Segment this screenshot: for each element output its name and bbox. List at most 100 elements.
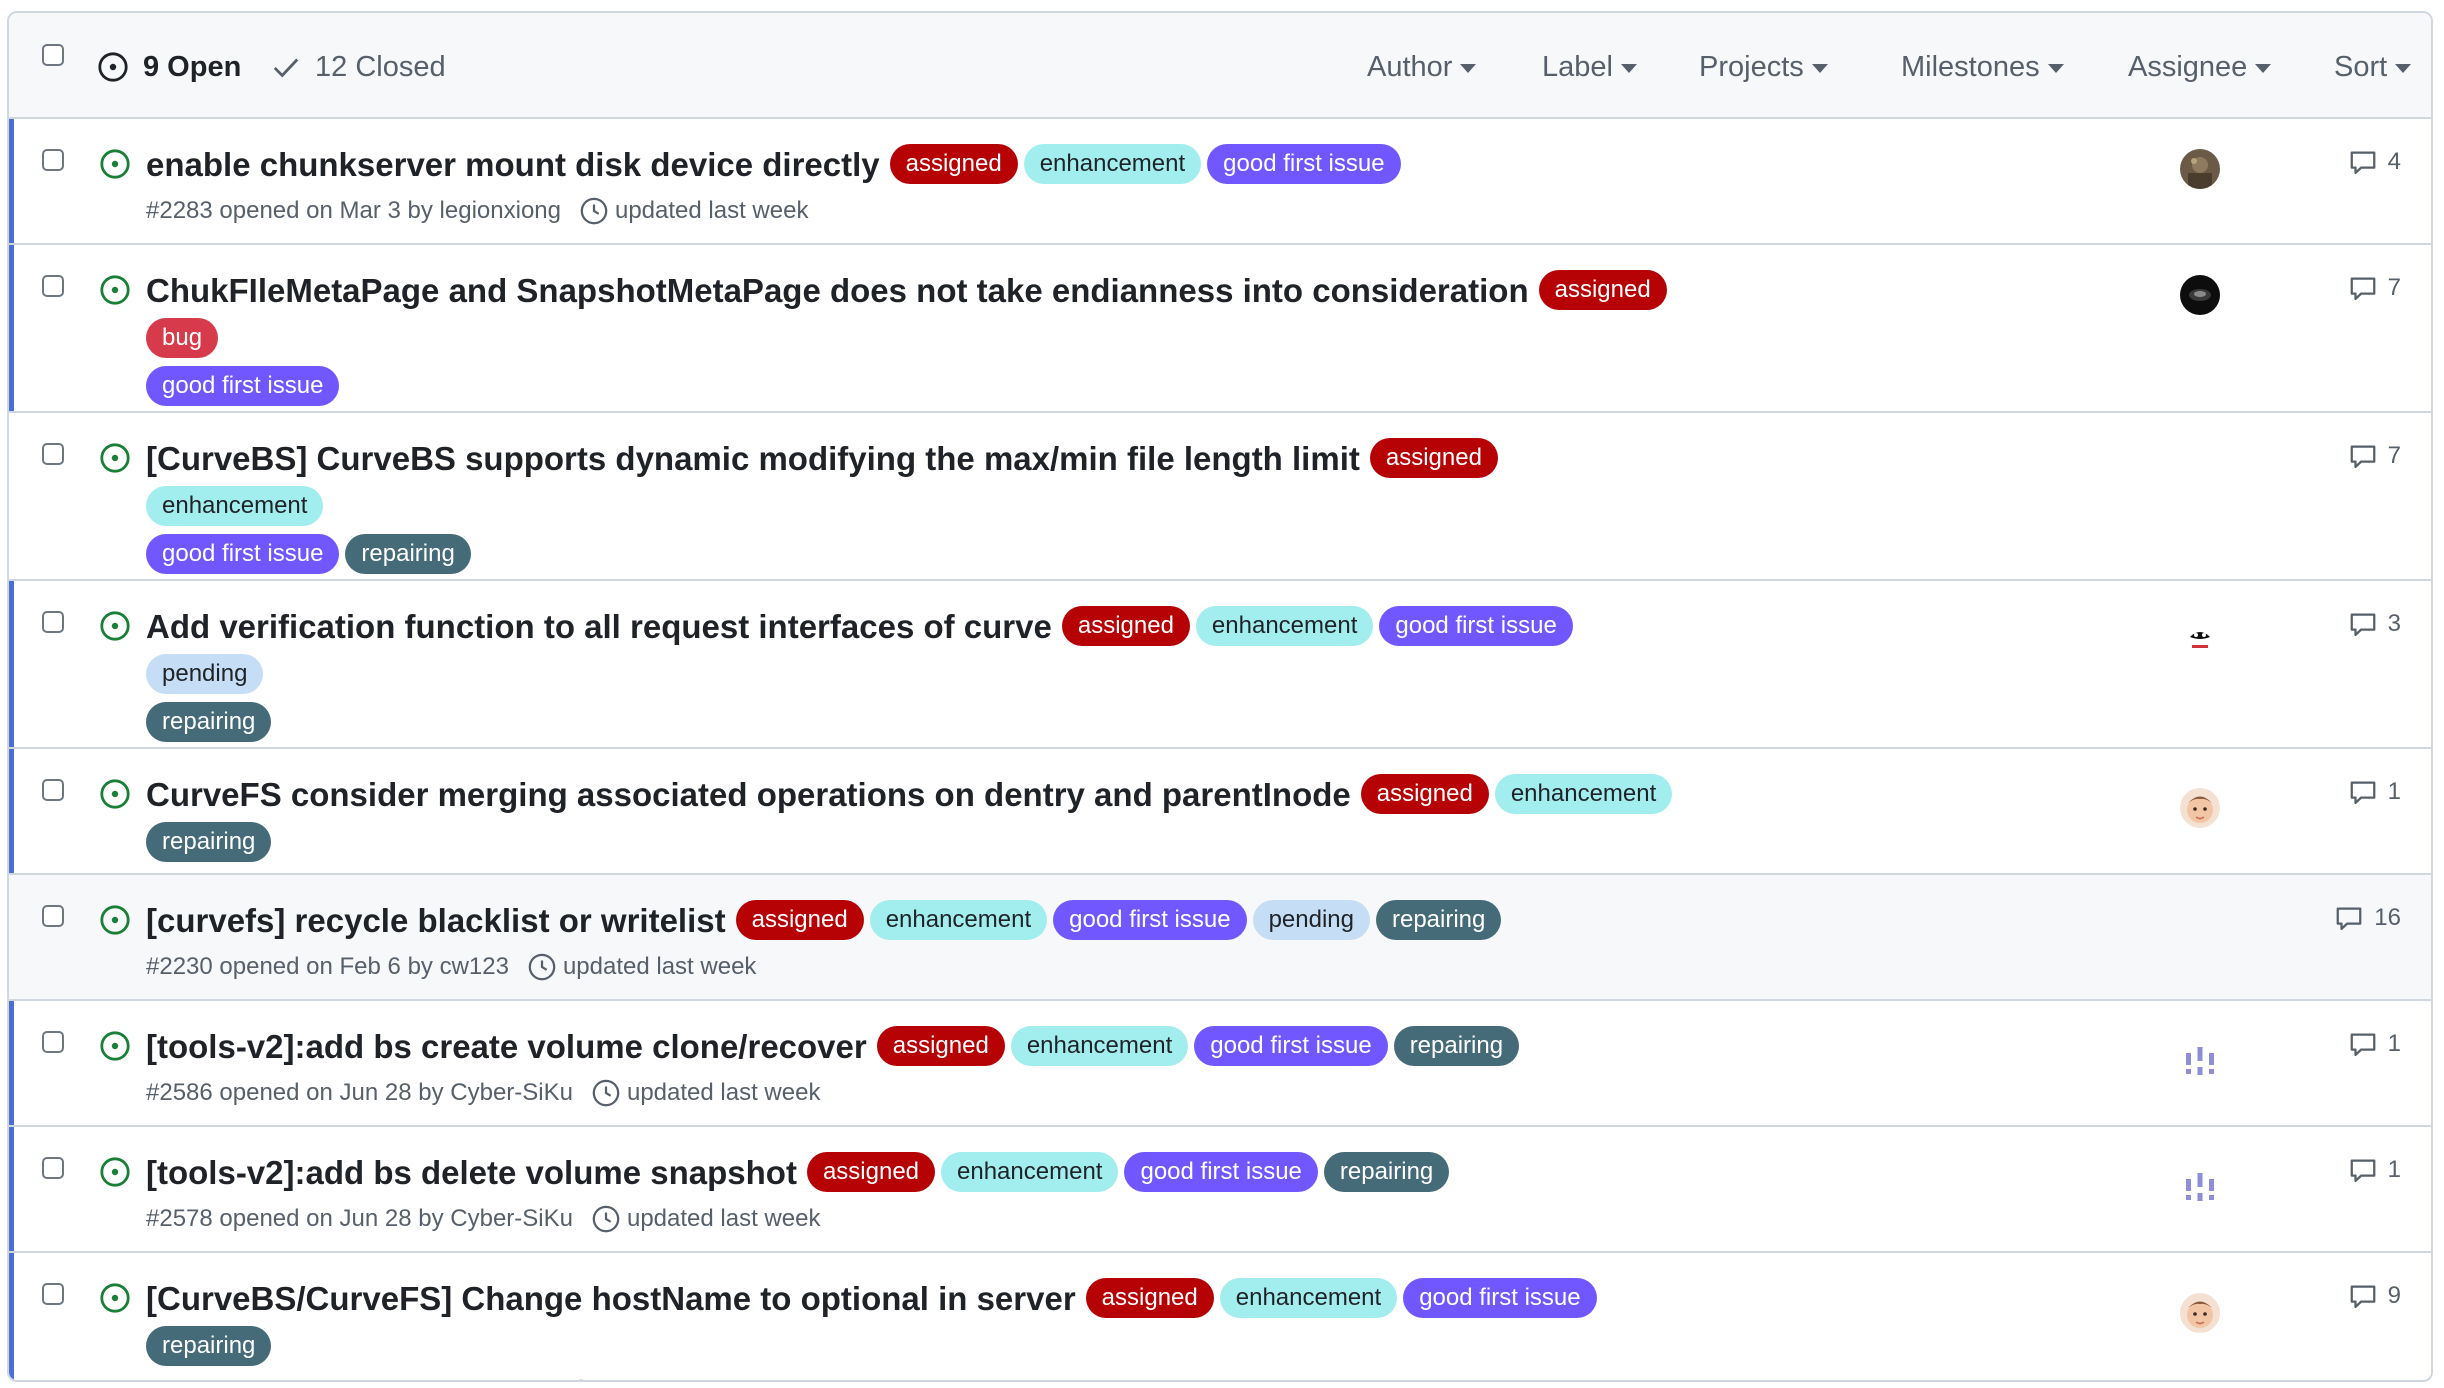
label-repairing[interactable]: repairing <box>1375 900 1502 940</box>
issue-title-link[interactable]: [tools-v2]:add bs create volume clone/re… <box>146 1028 867 1065</box>
label-good-first-issue[interactable]: good first issue <box>1194 1026 1388 1066</box>
issue-checkbox[interactable] <box>42 1283 64 1305</box>
label-enhancement[interactable]: enhancement <box>1010 1026 1189 1066</box>
issue-checkbox[interactable] <box>42 149 64 171</box>
issue-checkbox[interactable] <box>42 1031 64 1053</box>
issue-opened-icon <box>100 905 130 935</box>
issue-row[interactable]: ChukFIleMetaPage and SnapshotMetaPage do… <box>9 245 2431 447</box>
label-repairing[interactable]: repairing <box>1393 1026 1520 1066</box>
issue-title-link[interactable]: ChukFIleMetaPage and SnapshotMetaPage do… <box>146 272 1529 309</box>
label-good-first-issue[interactable]: good first issue <box>146 534 340 574</box>
label-repairing[interactable]: repairing <box>146 1326 272 1366</box>
issue-title-link[interactable]: [tools-v2]:add bs delete volume snapshot <box>146 1154 797 1191</box>
assignee-avatar[interactable] <box>2180 1293 2220 1333</box>
label-repairing[interactable]: repairing <box>345 534 471 574</box>
caret-down-icon <box>2395 64 2412 73</box>
issue-opened-icon <box>100 1031 130 1061</box>
label-enhancement[interactable]: enhancement <box>1023 144 1202 184</box>
comments-link[interactable]: 9 <box>2348 1281 2401 1311</box>
label-enhancement[interactable]: enhancement <box>1494 774 1673 814</box>
assignee-avatar[interactable] <box>2180 788 2220 828</box>
comments-link[interactable]: 1 <box>2348 1029 2401 1059</box>
comments-link[interactable]: 16 <box>2334 903 2401 933</box>
issue-row[interactable]: CurveFS consider merging associated oper… <box>9 749 2431 903</box>
comment-icon <box>2350 781 2376 804</box>
author-filter-button[interactable]: Author <box>1367 47 1477 87</box>
assignee-filter-button[interactable]: Assignee <box>2128 47 2272 87</box>
label-assigned[interactable]: assigned <box>1085 1278 1214 1318</box>
open-issues-tab[interactable]: 9 Open <box>97 47 241 87</box>
label-assigned[interactable]: assigned <box>1369 438 1498 478</box>
issue-title-link[interactable]: Add verification function to all request… <box>146 608 1052 645</box>
issue-row[interactable]: [CurveBS] CurveBS supports dynamic modif… <box>9 413 2431 615</box>
label-enhancement[interactable]: enhancement <box>869 900 1048 940</box>
comments-link[interactable]: 7 <box>2348 441 2401 471</box>
label-enhancement[interactable]: enhancement <box>146 486 324 526</box>
label-assigned[interactable]: assigned <box>1360 774 1489 814</box>
label-pending[interactable]: pending <box>146 654 264 694</box>
label-good-first-issue[interactable]: good first issue <box>146 366 340 406</box>
issue-content: [tools-v2]:add bs delete volume snapshot… <box>146 1149 1686 1237</box>
label-repairing[interactable]: repairing <box>146 702 272 742</box>
label-assigned[interactable]: assigned <box>735 900 864 940</box>
milestones-filter-button[interactable]: Milestones <box>1901 47 2064 87</box>
label-assigned[interactable]: assigned <box>806 1152 936 1192</box>
assignee-avatar[interactable] <box>2180 1041 2220 1081</box>
comments-link[interactable]: 1 <box>2348 1155 2401 1185</box>
issues-list-header: 9 Open 12 Closed Author Label Projects M… <box>9 13 2431 119</box>
issue-meta: #2586 opened on Jun 28 by Cyber-SiKu upda… <box>146 1075 1686 1111</box>
comments-link[interactable]: 4 <box>2348 147 2401 177</box>
projects-filter-button[interactable]: Projects <box>1699 47 1828 87</box>
label-assigned[interactable]: assigned <box>889 144 1018 184</box>
label-good-first-issue[interactable]: good first issue <box>1124 1152 1318 1192</box>
assignee-avatar[interactable] <box>2180 149 2220 189</box>
issues-list: 9 Open 12 Closed Author Label Projects M… <box>7 11 2433 1382</box>
label-filter-button[interactable]: Label <box>1542 47 1637 87</box>
label-repairing[interactable]: repairing <box>1323 1152 1450 1192</box>
issue-row[interactable]: [tools-v2]:add bs create volume clone/re… <box>9 1001 2431 1127</box>
issue-row[interactable]: Add verification function to all request… <box>9 581 2431 783</box>
issue-checkbox[interactable] <box>42 443 64 465</box>
issue-checkbox[interactable] <box>42 275 64 297</box>
issue-checkbox[interactable] <box>42 905 64 927</box>
author-filter-label: Author <box>1367 50 1453 83</box>
issue-opened-icon <box>100 149 130 179</box>
comments-link[interactable]: 3 <box>2348 609 2401 639</box>
sort-button[interactable]: Sort <box>2334 47 2412 87</box>
issue-checkbox[interactable] <box>42 611 64 633</box>
issue-title-link[interactable]: [CurveBS] CurveBS supports dynamic modif… <box>146 440 1360 477</box>
comments-link[interactable]: 7 <box>2348 273 2401 303</box>
label-good-first-issue[interactable]: good first issue <box>1207 144 1401 184</box>
issue-title-link[interactable]: [CurveBS/CurveFS] Change hostName to opt… <box>146 1280 1076 1317</box>
label-enhancement[interactable]: enhancement <box>941 1152 1119 1192</box>
label-good-first-issue[interactable]: good first issue <box>1053 900 1247 940</box>
label-enhancement[interactable]: enhancement <box>1195 606 1374 646</box>
issue-checkbox[interactable] <box>42 779 64 801</box>
issue-row[interactable]: [curvefs] recycle blacklist or writelist… <box>9 875 2431 1001</box>
label-good-first-issue[interactable]: good first issue <box>1403 1278 1597 1318</box>
label-assigned[interactable]: assigned <box>1061 606 1190 646</box>
label-assigned[interactable]: assigned <box>876 1026 1005 1066</box>
issue-updated-time: updated last week <box>602 1379 795 1380</box>
issue-title-link[interactable]: enable chunkserver mount disk device dir… <box>146 146 880 183</box>
assignee-avatar[interactable] <box>2180 1167 2220 1207</box>
label-pending[interactable]: pending <box>1252 900 1370 940</box>
label-enhancement[interactable]: enhancement <box>1219 1278 1398 1318</box>
issue-title-link[interactable]: [curvefs] recycle blacklist or writelist <box>146 902 726 939</box>
issue-row[interactable]: [CurveBS/CurveFS] Change hostName to opt… <box>9 1253 2431 1380</box>
assignee-avatar[interactable] <box>2180 275 2220 315</box>
assignee-avatar[interactable] <box>2180 619 2220 659</box>
comment-count: 9 <box>2387 1282 2401 1309</box>
closed-issues-tab[interactable]: 12 Closed <box>271 47 446 87</box>
select-all-checkbox[interactable] <box>42 44 64 66</box>
comments-link[interactable]: 1 <box>2348 777 2401 807</box>
label-bug[interactable]: bug <box>146 318 219 358</box>
issue-checkbox[interactable] <box>42 1157 64 1179</box>
unread-indicator <box>9 581 14 747</box>
issue-title-link[interactable]: CurveFS consider merging associated oper… <box>146 776 1351 813</box>
issue-row[interactable]: [tools-v2]:add bs delete volume snapshot… <box>9 1127 2431 1253</box>
label-good-first-issue[interactable]: good first issue <box>1379 606 1573 646</box>
issue-row[interactable]: enable chunkserver mount disk device dir… <box>9 119 2431 245</box>
label-repairing[interactable]: repairing <box>146 822 272 862</box>
label-assigned[interactable]: assigned <box>1538 270 1667 310</box>
